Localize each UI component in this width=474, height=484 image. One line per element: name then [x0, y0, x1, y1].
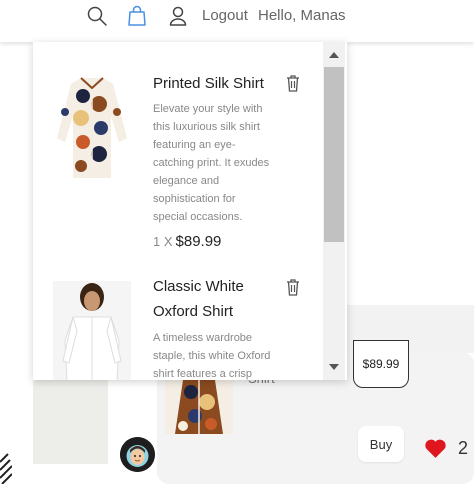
product-image-placeholder — [33, 380, 108, 464]
product-description: A timeless wardrobe staple, this white O… — [153, 332, 271, 380]
product-title: Printed Silk Shirt — [153, 75, 264, 92]
trash-icon[interactable] — [285, 278, 301, 296]
product-image — [57, 77, 127, 178]
price-tag: $89.99 — [353, 340, 409, 388]
decorative-pattern — [0, 453, 12, 484]
scrollbar-thumb[interactable] — [324, 67, 344, 242]
scroll-up-icon[interactable] — [327, 50, 341, 60]
buy-button[interactable]: Buy — [358, 426, 404, 462]
cart-dropdown: Printed Silk Shirt Elevate your style wi… — [33, 42, 347, 380]
trash-icon[interactable] — [285, 74, 301, 92]
product-thumbnail[interactable] — [165, 380, 233, 434]
product-title: Classic White Oxford Shirt — [153, 278, 244, 320]
top-header: Logout Hello, Manas — [0, 0, 474, 42]
search-icon[interactable] — [86, 5, 108, 27]
quantity-price: 1 X $89.99 — [153, 233, 221, 250]
item-price: $89.99 — [175, 233, 222, 250]
like-count: 2 — [458, 438, 469, 458]
user-icon[interactable] — [167, 5, 189, 27]
logout-link[interactable]: Logout — [202, 7, 248, 24]
user-greeting: Hello, Manas — [258, 7, 346, 24]
avatar[interactable] — [120, 437, 155, 472]
quantity-label: 1 X — [153, 234, 173, 249]
heart-icon[interactable] — [423, 436, 448, 461]
product-description: Elevate your style with this luxurious s… — [153, 103, 270, 223]
scroll-down-icon[interactable] — [327, 362, 341, 372]
shopping-bag-icon[interactable] — [126, 5, 148, 27]
product-image — [53, 281, 131, 380]
